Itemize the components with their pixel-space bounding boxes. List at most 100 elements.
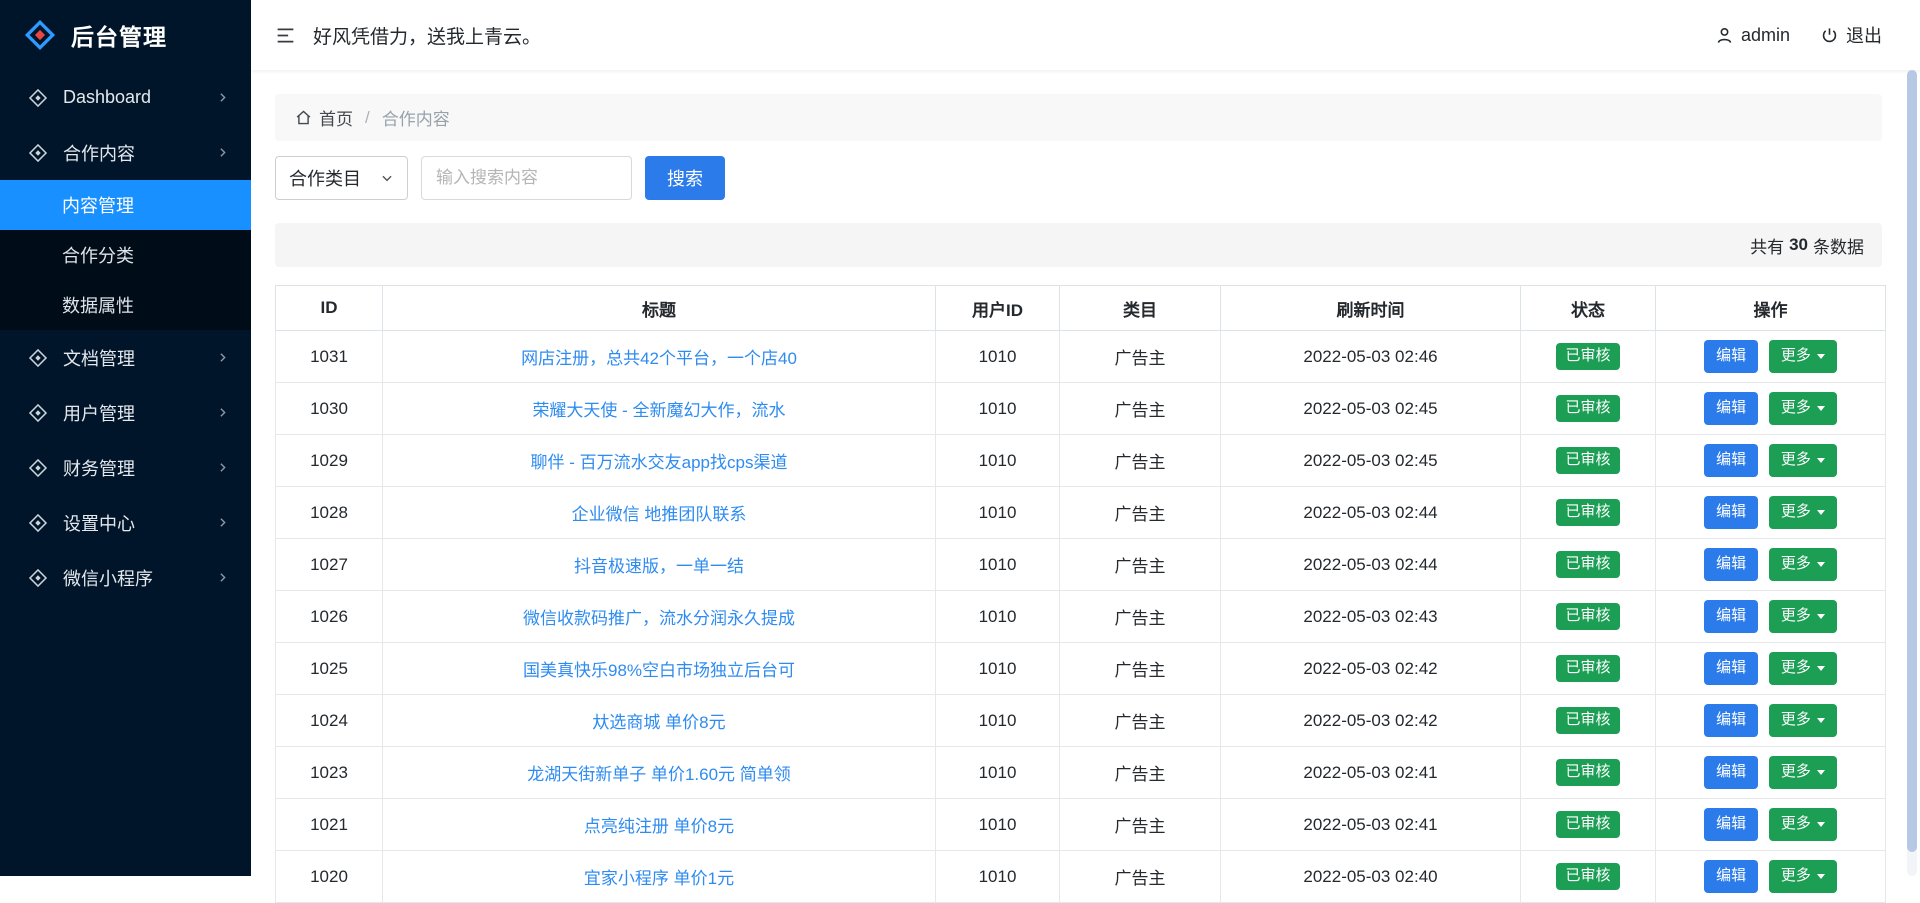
more-button[interactable]: 更多	[1769, 340, 1837, 373]
title-link[interactable]: 宜家小程序 单价1元	[584, 869, 734, 888]
title-link[interactable]: 龙湖天街新单子 单价1.60元 简单领	[527, 765, 791, 784]
status-badge: 已审核	[1556, 603, 1619, 630]
sidebar-submenu-item[interactable]: 数据属性	[0, 280, 251, 330]
cell-title: 荣耀大天使 - 全新魔幻大作，流水	[383, 383, 936, 435]
cell-time: 2022-05-03 02:40	[1221, 851, 1521, 903]
cell-title: 聊伴 - 百万流水交友app找cps渠道	[383, 435, 936, 487]
title-link[interactable]: 企业微信 地推团队联系	[572, 505, 747, 524]
cell-time: 2022-05-03 02:42	[1221, 643, 1521, 695]
cell-user-id: 1010	[936, 643, 1060, 695]
more-button[interactable]: 更多	[1769, 548, 1837, 581]
menu-item-label: 财务管理	[63, 455, 216, 481]
more-button[interactable]: 更多	[1769, 496, 1837, 529]
edit-button[interactable]: 编辑	[1704, 548, 1758, 581]
power-icon	[1820, 26, 1839, 45]
cell-user-id: 1010	[936, 487, 1060, 539]
cell-user-id: 1010	[936, 539, 1060, 591]
cell-user-id: 1010	[936, 383, 1060, 435]
more-button[interactable]: 更多	[1769, 808, 1837, 841]
status-badge: 已审核	[1556, 655, 1619, 682]
more-button[interactable]: 更多	[1769, 860, 1837, 893]
sidebar-submenu-item[interactable]: 内容管理	[0, 180, 251, 230]
cell-title: 点亮纯注册 单价8元	[383, 799, 936, 851]
cell-title: 网店注册，总共42个平台，一个店40	[383, 331, 936, 383]
sidebar-menu-item[interactable]: 合作内容	[0, 125, 251, 180]
more-button[interactable]: 更多	[1769, 756, 1837, 789]
caret-down-icon	[1817, 510, 1825, 515]
column-header: ID	[276, 286, 383, 331]
more-button[interactable]: 更多	[1769, 444, 1837, 477]
title-link[interactable]: 点亮纯注册 单价8元	[584, 817, 734, 836]
cell-title: 宜家小程序 单价1元	[383, 851, 936, 903]
search-input[interactable]	[421, 156, 632, 200]
cell-actions: 编辑 更多	[1656, 383, 1886, 435]
edit-button[interactable]: 编辑	[1704, 392, 1758, 425]
chevron-down-icon	[380, 171, 394, 185]
more-button[interactable]: 更多	[1769, 392, 1837, 425]
logout-button[interactable]: 退出	[1820, 22, 1882, 48]
logo-icon	[22, 17, 58, 53]
edit-button[interactable]: 编辑	[1704, 860, 1758, 893]
logo: 后台管理	[0, 0, 251, 70]
column-header: 状态	[1521, 286, 1656, 331]
cell-title: 抖音极速版，一单一结	[383, 539, 936, 591]
more-button-label: 更多	[1781, 451, 1811, 468]
edit-button[interactable]: 编辑	[1704, 444, 1758, 477]
title-link[interactable]: 夶选商城 单价8元	[592, 713, 725, 732]
status-badge: 已审核	[1556, 759, 1619, 786]
title-link[interactable]: 荣耀大天使 - 全新魔幻大作，流水	[532, 401, 785, 420]
cell-actions: 编辑 更多	[1656, 643, 1886, 695]
edit-button[interactable]: 编辑	[1704, 704, 1758, 737]
cell-time: 2022-05-03 02:41	[1221, 799, 1521, 851]
edit-button[interactable]: 编辑	[1704, 600, 1758, 633]
sidebar-menu-item[interactable]: 用户管理	[0, 385, 251, 440]
sidebar-menu-item[interactable]: 设置中心	[0, 495, 251, 550]
topbar: 好风凭借力，送我上青云。 admin 退出	[251, 0, 1920, 70]
more-button[interactable]: 更多	[1769, 600, 1837, 633]
cell-time: 2022-05-03 02:41	[1221, 747, 1521, 799]
cell-actions: 编辑 更多	[1656, 747, 1886, 799]
title-link[interactable]: 抖音极速版，一单一结	[574, 557, 744, 576]
category-select[interactable]: 合作类目	[275, 156, 408, 200]
breadcrumb-home[interactable]: 首页	[295, 105, 353, 130]
cell-category: 广告主	[1060, 591, 1221, 643]
table-header-row: ID标题用户ID类目刷新时间状态操作	[276, 286, 1886, 331]
title-link[interactable]: 微信收款码推广，流水分润永久提成	[523, 609, 795, 628]
cell-time: 2022-05-03 02:46	[1221, 331, 1521, 383]
edit-button[interactable]: 编辑	[1704, 756, 1758, 789]
scrollbar-thumb[interactable]	[1907, 70, 1917, 852]
cell-user-id: 1010	[936, 799, 1060, 851]
cell-category: 广告主	[1060, 643, 1221, 695]
sidebar-menu-item[interactable]: 微信小程序	[0, 550, 251, 605]
vertical-scrollbar[interactable]	[1907, 70, 1917, 876]
cell-status: 已审核	[1521, 695, 1656, 747]
cell-category: 广告主	[1060, 695, 1221, 747]
sidebar-menu-item[interactable]: Dashboard	[0, 70, 251, 125]
caret-down-icon	[1817, 354, 1825, 359]
sidebar-menu-item[interactable]: 文档管理	[0, 330, 251, 385]
sidebar-menu-item[interactable]: 财务管理	[0, 440, 251, 495]
title-link[interactable]: 国美真快乐98%空白市场独立后台可	[523, 661, 795, 680]
edit-button[interactable]: 编辑	[1704, 808, 1758, 841]
cell-category: 广告主	[1060, 747, 1221, 799]
user-menu[interactable]: admin	[1715, 25, 1790, 46]
title-link[interactable]: 网店注册，总共42个平台，一个店40	[521, 349, 797, 368]
search-button[interactable]: 搜索	[645, 156, 725, 200]
edit-button[interactable]: 编辑	[1704, 496, 1758, 529]
submenu-item-label: 内容管理	[62, 192, 134, 218]
sidebar-submenu-item[interactable]: 合作分类	[0, 230, 251, 280]
menu-item-label: 用户管理	[63, 400, 216, 426]
menu-fold-icon[interactable]	[275, 25, 296, 46]
home-icon	[295, 109, 312, 126]
stats-bar: 共有 30 条数据	[275, 223, 1882, 267]
edit-button[interactable]: 编辑	[1704, 652, 1758, 685]
column-header: 类目	[1060, 286, 1221, 331]
edit-button[interactable]: 编辑	[1704, 340, 1758, 373]
more-button[interactable]: 更多	[1769, 652, 1837, 685]
logout-label: 退出	[1846, 22, 1882, 48]
more-button[interactable]: 更多	[1769, 704, 1837, 737]
cell-id: 1026	[276, 591, 383, 643]
title-link[interactable]: 聊伴 - 百万流水交友app找cps渠道	[531, 453, 788, 472]
sidebar-submenu: 内容管理 合作分类 数据属性	[0, 180, 251, 330]
more-button-label: 更多	[1781, 659, 1811, 676]
